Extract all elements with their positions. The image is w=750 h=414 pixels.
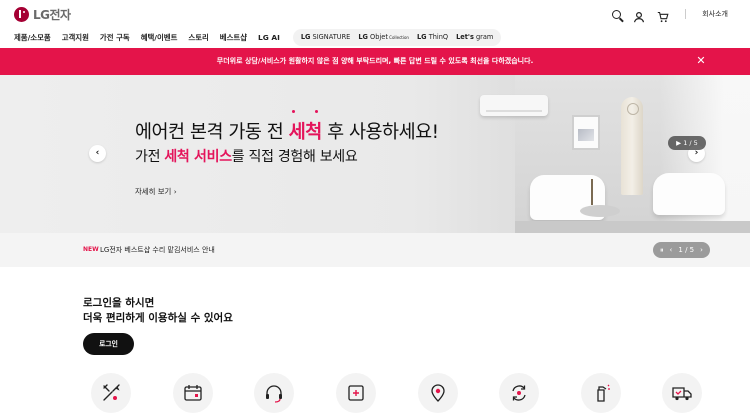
calendar-icon[interactable] — [173, 373, 213, 413]
wall-air-conditioner — [480, 95, 548, 116]
login-prompt-line2: 더욱 편리하게 이용하실 수 있어요 — [83, 312, 233, 324]
delivery-truck-icon[interactable] — [662, 373, 702, 413]
site-header: LG전자 회사소개 제품/소모품 고객지원 가전 구독 혜택/이벤트 스토리 베… — [0, 0, 750, 48]
login-prompt-line1: 로그인을 하시면 — [83, 297, 155, 309]
hero-title: 에어컨 본격 가동 전 세척 후 사용하세요! — [135, 110, 439, 144]
notice-banner: 무더위로 상담/서비스가 원활하지 않은 점 양해 부탁드리며, 빠른 답변 드… — [0, 48, 750, 75]
news-ticker: NEW LG전자 베스트샵 수리 맡김서비스 안내 ⏸ ‹ 1 / 5 › — [0, 233, 750, 267]
nav-item-products[interactable]: 제품/소모품 — [14, 32, 51, 43]
floor — [515, 221, 750, 233]
quick-menu — [91, 373, 711, 414]
hero-title-highlight: 세척 — [289, 110, 322, 144]
headset-icon[interactable] — [254, 373, 294, 413]
cleaning-spray-icon[interactable] — [581, 373, 621, 413]
logo-text: LG전자 — [33, 8, 71, 22]
news-controls: ⏸ ‹ 1 / 5 › — [653, 242, 710, 258]
living-room-image — [480, 75, 750, 233]
sofa-right — [653, 173, 725, 215]
login-button[interactable]: 로그인 — [83, 333, 134, 355]
emphasis-dots — [291, 110, 318, 113]
login-prompt: 로그인을 하시면 더욱 편리하게 이용하실 수 있어요 — [83, 296, 233, 326]
hero-detail-link[interactable]: 자세히 보기 › — [135, 186, 177, 197]
brand-link-thinq[interactable]: LG ThinQ — [417, 33, 448, 41]
nav-item-bestshop[interactable]: 베스트샵 — [220, 32, 247, 43]
news-next-button[interactable]: › — [700, 246, 703, 254]
news-page: 1 / 5 — [678, 246, 695, 254]
nav-item-events[interactable]: 혜택/이벤트 — [141, 32, 178, 43]
picture-frame — [572, 115, 600, 150]
lg-logo[interactable]: LG전자 — [14, 6, 71, 23]
hero-banner: 에어컨 본격 가동 전 세척 후 사용하세요! 가전 세척 서비스를 직접 경험… — [0, 75, 750, 233]
location-pin-icon[interactable] — [418, 373, 458, 413]
hero-prev-button[interactable]: ‹ — [89, 145, 106, 162]
news-prev-button[interactable]: ‹ — [670, 246, 673, 254]
company-intro-link[interactable]: 회사소개 — [702, 9, 728, 19]
brand-links: LG SIGNATURE LG Objet Collection LG Thin… — [292, 28, 502, 46]
cart-icon[interactable] — [657, 8, 669, 23]
plant — [591, 179, 593, 205]
new-badge: NEW — [83, 246, 99, 253]
hero-pagination[interactable]: ▶ 1 / 5 — [668, 136, 706, 150]
header-utility: 회사소개 — [612, 6, 728, 23]
news-text[interactable]: LG전자 베스트샵 수리 맡김서비스 안내 — [100, 245, 215, 255]
user-icon[interactable] — [633, 8, 645, 23]
pause-icon[interactable]: ⏸ — [660, 246, 664, 255]
header-divider — [685, 9, 687, 19]
brand-link-objet[interactable]: LG Objet Collection — [358, 33, 409, 41]
nav-item-lg-ai[interactable]: LG AI — [258, 33, 280, 42]
brand-link-gram[interactable]: Let's gram — [456, 33, 493, 41]
coffee-table — [580, 205, 620, 217]
nav-item-story[interactable]: 스토리 — [188, 32, 208, 43]
close-icon[interactable]: ✕ — [694, 54, 708, 68]
hero-subtitle: 가전 세척 서비스를 직접 경험해 보세요 — [135, 149, 358, 165]
nav-item-subscription[interactable]: 가전 구독 — [100, 32, 130, 43]
nav-item-support[interactable]: 고객지원 — [62, 32, 89, 43]
manual-icon[interactable] — [336, 373, 376, 413]
repair-tools-icon[interactable] — [91, 373, 131, 413]
notice-text: 무더위로 상담/서비스가 원활하지 않은 점 양해 부탁드리며, 빠른 답변 드… — [216, 57, 534, 65]
lg-logo-icon — [14, 7, 29, 22]
search-icon[interactable] — [612, 9, 622, 19]
refresh-service-icon[interactable] — [499, 373, 539, 413]
global-nav: 제품/소모품 고객지원 가전 구독 혜택/이벤트 스토리 베스트샵 LG AI … — [14, 28, 502, 46]
brand-link-signature[interactable]: LG SIGNATURE — [301, 33, 351, 41]
standing-air-conditioner — [621, 97, 643, 195]
